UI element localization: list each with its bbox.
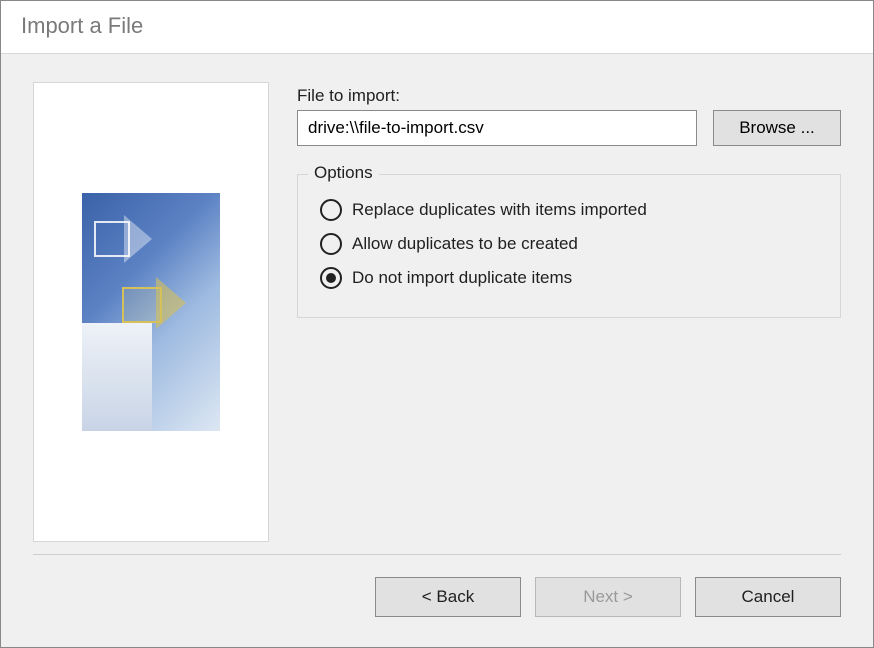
radio-label: Allow duplicates to be created (352, 234, 578, 254)
file-input-row: Browse ... (297, 110, 841, 146)
browse-button[interactable]: Browse ... (713, 110, 841, 146)
file-path-input[interactable] (297, 110, 697, 146)
wizard-image-panel (33, 82, 269, 542)
wizard-graphic (82, 193, 220, 431)
arrow-yellow-icon (122, 273, 202, 333)
back-button[interactable]: < Back (375, 577, 521, 617)
file-to-import-label: File to import: (297, 86, 841, 106)
radio-icon (320, 233, 342, 255)
form-area: File to import: Browse ... Options Repla… (297, 82, 841, 542)
options-fieldset: Options Replace duplicates with items im… (297, 174, 841, 318)
radio-icon (320, 267, 342, 289)
option-no-duplicates[interactable]: Do not import duplicate items (316, 261, 822, 295)
wizard-button-row: < Back Next > Cancel (1, 555, 873, 639)
dialog-title: Import a File (1, 1, 873, 54)
radio-label: Replace duplicates with items imported (352, 200, 647, 220)
options-legend: Options (308, 163, 379, 183)
option-replace-duplicates[interactable]: Replace duplicates with items imported (316, 193, 822, 227)
option-allow-duplicates[interactable]: Allow duplicates to be created (316, 227, 822, 261)
content-area: File to import: Browse ... Options Repla… (1, 54, 873, 554)
arrow-white-icon (94, 203, 164, 273)
cancel-button[interactable]: Cancel (695, 577, 841, 617)
next-button[interactable]: Next > (535, 577, 681, 617)
radio-label: Do not import duplicate items (352, 268, 572, 288)
radio-icon (320, 199, 342, 221)
